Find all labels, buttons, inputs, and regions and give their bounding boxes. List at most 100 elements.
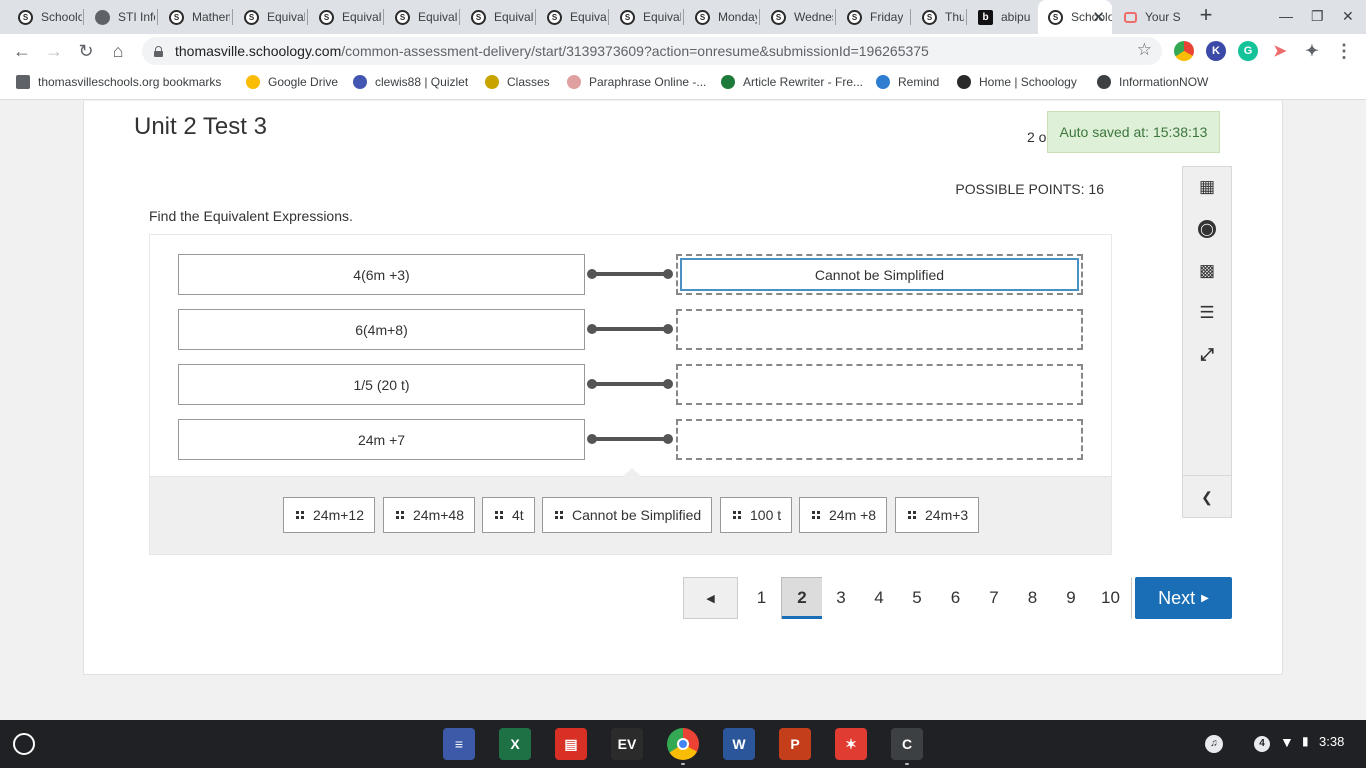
excel-icon[interactable]: X xyxy=(499,728,531,760)
wifi-icon[interactable]: ▼ xyxy=(1280,734,1294,750)
address-bar[interactable]: thomasville.schoology.com/common-assessm… xyxy=(142,37,1162,65)
acrobat-icon[interactable]: ✶ xyxy=(835,728,867,760)
chrome-extension-icon[interactable] xyxy=(1174,41,1194,61)
page-number-button[interactable]: 2 xyxy=(781,577,823,619)
answer-chip[interactable]: 24m+48 xyxy=(383,497,475,533)
answer-drop-zone[interactable] xyxy=(676,419,1083,460)
minimize-icon[interactable]: — xyxy=(1279,8,1293,24)
bookmark-item[interactable]: Classes xyxy=(485,75,550,89)
bookmark-item[interactable]: Paraphrase Online -... xyxy=(567,75,706,89)
extensions-puzzle-icon[interactable]: ✦ xyxy=(1302,41,1322,61)
page-number-button[interactable]: 9 xyxy=(1052,577,1091,619)
collapse-chevron-icon[interactable]: ❮ xyxy=(1183,477,1231,517)
notepad-icon[interactable]: ☰ xyxy=(1183,293,1231,333)
browser-tab[interactable]: S Thursday xyxy=(912,4,964,30)
new-tab-button[interactable]: + xyxy=(1194,4,1218,28)
browser-tab[interactable]: Your S xyxy=(1114,4,1182,30)
answer-drop-zone[interactable]: Cannot be Simplified xyxy=(676,254,1083,295)
answer-chip[interactable]: 4t xyxy=(482,497,535,533)
page-number-button[interactable]: 10 xyxy=(1090,577,1132,619)
word-icon[interactable]: W xyxy=(723,728,755,760)
page-number-button[interactable]: 7 xyxy=(975,577,1014,619)
media-controls-icon[interactable]: ♫ xyxy=(1205,735,1223,753)
bookmark-star-icon[interactable]: ☆ xyxy=(1137,40,1152,60)
browser-tab[interactable]: S Equivalent xyxy=(385,4,457,30)
browser-tab[interactable]: S Equivalent xyxy=(309,4,381,30)
browser-tab[interactable]: S Mathematics xyxy=(159,4,230,30)
browser-tab[interactable]: S Friday xyxy=(837,4,908,30)
close-tab-icon[interactable]: ✕ xyxy=(1092,8,1105,26)
autosave-status: Auto saved at: 15:38:13 xyxy=(1047,111,1220,153)
forward-icon[interactable]: → xyxy=(42,40,66,62)
reload-icon[interactable]: ↻ xyxy=(74,40,98,62)
calculator-icon[interactable]: ▩ xyxy=(1183,251,1231,291)
browser-tab[interactable]: S Monday xyxy=(685,4,757,30)
answer-drop-zone[interactable] xyxy=(676,309,1083,350)
page-number-button[interactable]: 4 xyxy=(860,577,899,619)
bookmark-label: clewis88 | Quizlet xyxy=(375,75,469,89)
answer-chip-label: 24m+3 xyxy=(925,507,969,523)
placed-answer[interactable]: Cannot be Simplified xyxy=(680,258,1079,291)
browser-tab[interactable]: SSchoology✕ xyxy=(1038,0,1112,34)
answer-chip[interactable]: 100 t xyxy=(720,497,793,533)
ev-icon[interactable]: EV xyxy=(611,728,643,760)
grammarly-icon[interactable]: G xyxy=(1238,41,1258,61)
launcher-icon[interactable] xyxy=(13,733,35,755)
browser-tab-title: Equivalent xyxy=(494,10,533,24)
home-icon[interactable]: ⌂ xyxy=(106,40,130,62)
chrome-icon[interactable] xyxy=(667,728,699,760)
browser-tab-title: Wednesday xyxy=(794,10,833,24)
close-window-icon[interactable]: ✕ xyxy=(1342,8,1354,25)
page-number-button[interactable]: 5 xyxy=(898,577,937,619)
browser-tab[interactable]: S Equivalent xyxy=(610,4,681,30)
question-counter: 2 o xyxy=(1027,129,1047,145)
battery-icon[interactable]: ▮ xyxy=(1302,734,1309,748)
answer-chip[interactable]: Cannot be Simplified xyxy=(542,497,713,533)
pdf-editor-icon[interactable]: ▤ xyxy=(555,728,587,760)
bookmark-item[interactable]: thomasvilleschools.org bookmarks xyxy=(16,75,221,89)
bookmark-item[interactable]: Remind xyxy=(876,75,939,89)
fullscreen-icon[interactable]: ⤢ xyxy=(1183,335,1231,375)
bookmark-item[interactable]: InformationNOW xyxy=(1097,75,1208,89)
notification-count-badge[interactable]: 4 xyxy=(1254,736,1270,752)
schoology-icon: S xyxy=(547,9,562,25)
previous-page-button[interactable]: ◀ xyxy=(683,577,738,619)
answer-chip[interactable]: 24m+12 xyxy=(283,497,375,533)
google-docs-icon[interactable]: ≡ xyxy=(443,728,475,760)
tab-separator xyxy=(683,9,684,25)
page-number-button[interactable]: 1 xyxy=(742,577,782,619)
calendar-grid-icon[interactable]: ▦ xyxy=(1183,167,1231,207)
system-clock[interactable]: 3:38 xyxy=(1319,734,1344,749)
browser-tab-title: Equivalent xyxy=(418,10,457,24)
page-number-button[interactable]: 8 xyxy=(1013,577,1053,619)
classroom-app-icon[interactable]: C xyxy=(891,728,923,760)
browser-tab[interactable]: S Equivalent xyxy=(234,4,305,30)
browser-tab[interactable]: S Equivalent xyxy=(537,4,607,30)
page-number-button[interactable]: 6 xyxy=(936,577,976,619)
k-extension-icon[interactable]: K xyxy=(1206,41,1226,61)
restore-icon[interactable]: ❐ xyxy=(1311,8,1324,25)
menu-kebab-icon[interactable]: ⋮ xyxy=(1334,41,1354,61)
browser-tab[interactable]: S Schoology xyxy=(8,4,82,30)
remind-extension-icon[interactable]: ➤ xyxy=(1270,41,1290,61)
bookmark-item[interactable]: Google Drive xyxy=(246,75,338,89)
browser-tab[interactable]: S Wednesday xyxy=(761,4,833,30)
bookmark-item[interactable]: Home | Schoology xyxy=(957,75,1077,89)
browser-tab[interactable]: b abipu xyxy=(968,4,1034,30)
back-icon[interactable]: ← xyxy=(10,40,34,62)
page-number-button[interactable]: 3 xyxy=(822,577,861,619)
tab-separator xyxy=(835,9,836,25)
accessibility-icon[interactable]: ◯ xyxy=(1183,209,1231,249)
browser-tab[interactable]: STI Information xyxy=(85,4,155,30)
drag-grip-icon xyxy=(296,511,304,519)
next-button[interactable]: Next ▶ xyxy=(1135,577,1232,619)
question-prompt: Find the Equivalent Expressions. xyxy=(149,208,353,224)
match-expression: 4(6m +3) xyxy=(178,254,585,295)
answer-chip[interactable]: 24m+3 xyxy=(895,497,980,533)
answer-chip[interactable]: 24m +8 xyxy=(799,497,888,533)
bookmark-item[interactable]: clewis88 | Quizlet xyxy=(353,75,468,89)
powerpoint-icon[interactable]: P xyxy=(779,728,811,760)
browser-tab[interactable]: S Equivalent xyxy=(461,4,533,30)
answer-drop-zone[interactable] xyxy=(676,364,1083,405)
bookmark-item[interactable]: Article Rewriter - Fre... xyxy=(721,75,863,89)
